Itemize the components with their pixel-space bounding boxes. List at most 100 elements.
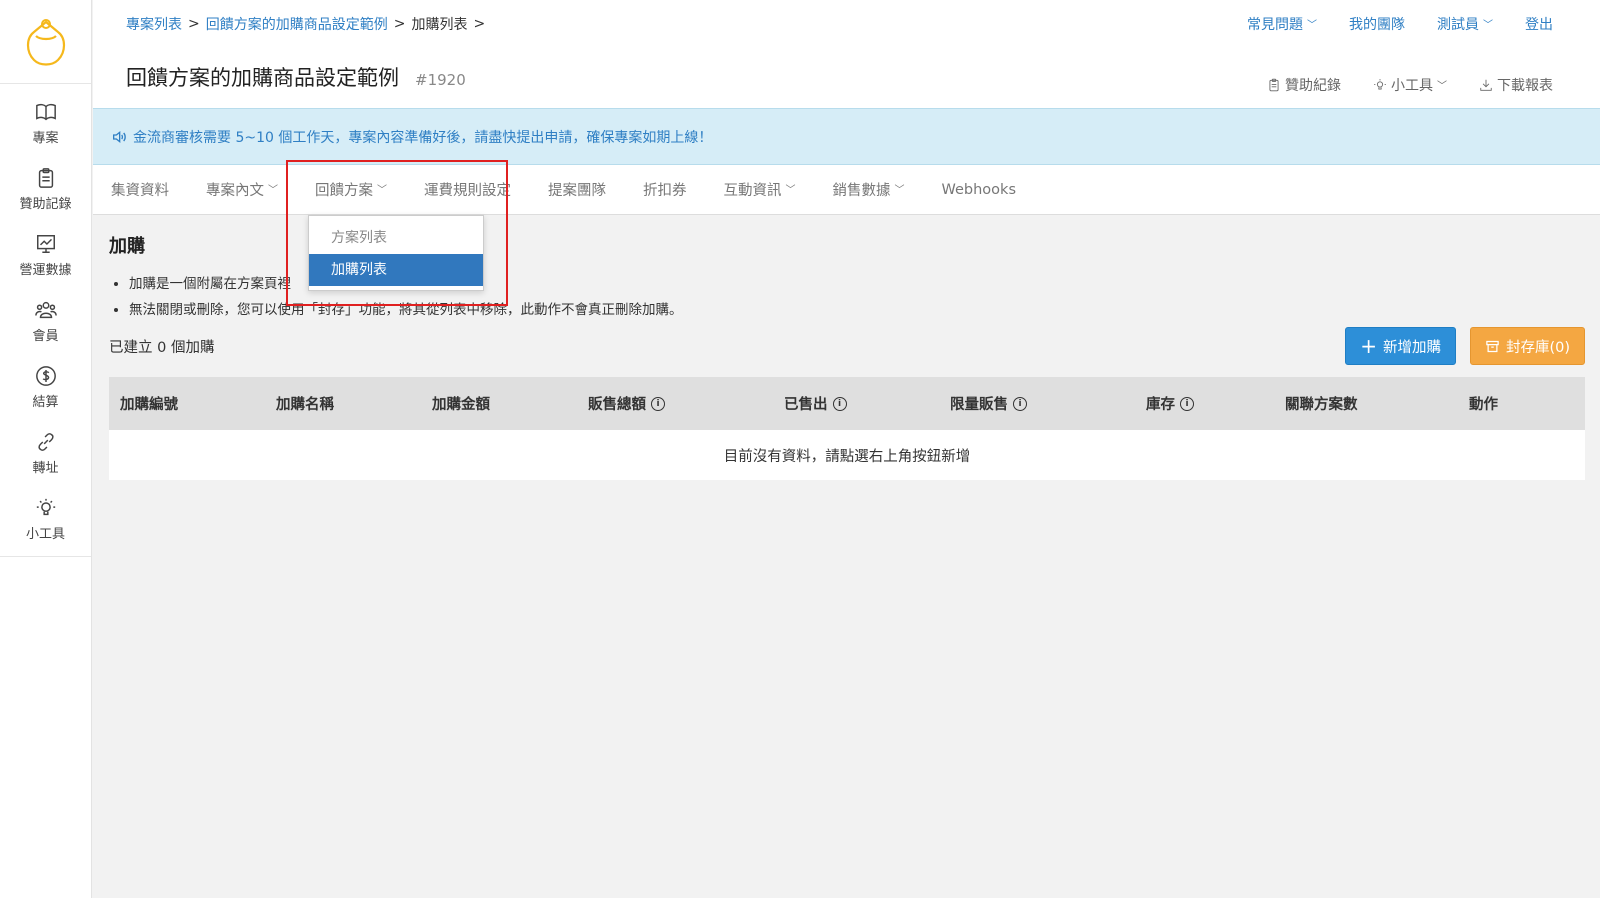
sidebar-item-label: 會員 — [32, 328, 59, 344]
add-addon-label: 新增加購 — [1382, 339, 1441, 356]
sidebar-item-sponsor-records[interactable]: 贊助記錄 — [0, 156, 91, 222]
download-report-button[interactable]: 下載報表 — [1479, 75, 1553, 95]
col-header-name[interactable]: 加購名稱 — [265, 393, 421, 414]
clipboard-icon — [38, 167, 53, 188]
chart-icon — [36, 234, 55, 253]
empty-message: 目前沒有資料，請點選右上角按鈕新增 — [723, 448, 971, 465]
download-label: 下載報表 — [1497, 78, 1553, 94]
tab-sales-data[interactable]: 銷售數據 ﹀ — [833, 179, 905, 200]
menu-item-plan-list[interactable]: 方案列表 — [309, 222, 483, 254]
faq-label: 常見問題 — [1247, 17, 1303, 33]
col-header-id[interactable]: 加購編號 — [109, 393, 265, 414]
my-team-link[interactable]: 我的團隊 — [1349, 14, 1405, 34]
logo[interactable] — [0, 0, 91, 84]
sidebar-item-label: 小工具 — [25, 526, 65, 542]
project-tabs: 集資資料 專案內文 ﹀ 回饋方案 ﹀ 運費規則設定 提案團隊 折扣券 互動資訊 ﹀ 銷… — [93, 165, 1600, 215]
col-header-limited[interactable]: 限量販售 i — [939, 393, 1135, 414]
col-header-label: 加購金額 — [432, 397, 490, 413]
sponsor-log-button[interactable]: 贊助紀錄 — [1267, 75, 1341, 95]
col-header-price[interactable]: 加購金額 — [421, 393, 577, 414]
tab-funding-info[interactable]: 集資資料 — [111, 179, 169, 200]
col-header-label: 加購名稱 — [276, 397, 334, 413]
tab-label: 互動資訊 — [723, 183, 782, 199]
archive-button[interactable]: 封存庫(0) — [1469, 327, 1585, 365]
col-header-stock[interactable]: 庫存 i — [1135, 393, 1274, 414]
action-buttons: + 新增加購 封存庫(0) — [1345, 327, 1585, 365]
tab-label: 專案內文 — [206, 183, 264, 199]
logo-icon — [26, 18, 65, 66]
col-header-linked-plans[interactable]: 關聯方案數 — [1274, 393, 1458, 414]
col-header-sold[interactable]: 已售出 i — [773, 393, 939, 414]
breadcrumb-separator: > — [188, 16, 200, 32]
sponsor-log-label: 贊助紀錄 — [1285, 78, 1341, 94]
widgets-menu[interactable]: 小工具 ﹀ — [1373, 75, 1447, 95]
logout-label: 登出 — [1525, 17, 1553, 33]
col-header-label: 庫存 — [1146, 397, 1175, 413]
page-title: 回饋方案的加購商品設定範例 #1920 — [126, 62, 466, 92]
sidebar-item-projects[interactable]: 專案 — [0, 90, 91, 156]
sidebar-item-settlement[interactable]: 結算 — [0, 354, 91, 420]
breadcrumb-project-list[interactable]: 專案列表 — [126, 14, 182, 34]
sidebar-item-label: 贊助記錄 — [19, 196, 72, 212]
col-header-actions[interactable]: 動作 — [1458, 393, 1578, 414]
info-icon[interactable]: i — [832, 396, 847, 411]
tab-label: 提案團隊 — [548, 183, 606, 199]
project-id: #1920 — [415, 71, 466, 89]
table-header: 加購編號 加購名稱 加購金額 販售總額 i 已售出 i 限量販售 i 庫存 i 關聯方案… — [109, 377, 1585, 430]
menu-item-addon-list[interactable]: 加購列表 — [309, 254, 483, 286]
tab-label: 回饋方案 — [315, 183, 373, 199]
info-icon[interactable]: i — [1180, 396, 1194, 411]
tab-label: Webhooks — [941, 181, 1017, 198]
col-header-sales-total[interactable]: 販售總額 i — [577, 393, 773, 414]
sidebar-item-label: 結算 — [32, 394, 59, 410]
chevron-down-icon: ﹀ — [1437, 80, 1447, 92]
users-icon — [34, 301, 57, 318]
widgets-label: 小工具 — [1391, 78, 1433, 94]
top-nav: 常見問題 ﹀ 我的團隊 測試員 ﹀ 登出 — [1247, 14, 1553, 34]
breadcrumb-project[interactable]: 回饋方案的加購商品設定範例 — [206, 14, 388, 34]
col-header-label: 販售總額 — [588, 397, 646, 413]
breadcrumb-current: 加購列表 — [411, 17, 468, 33]
info-icon[interactable]: i — [651, 396, 665, 411]
sidebar-item-analytics[interactable]: 營運數據 — [0, 222, 91, 288]
table-empty-row: 目前沒有資料，請點選右上角按鈕新增 — [109, 430, 1585, 480]
addon-table: 加購編號 加購名稱 加購金額 販售總額 i 已售出 i 限量販售 i 庫存 i 關聯方案… — [109, 377, 1585, 480]
tab-label: 折扣券 — [643, 183, 687, 199]
breadcrumb: 專案列表 > 回饋方案的加購商品設定範例 > 加購列表 > — [126, 14, 485, 34]
info-icon[interactable]: i — [1013, 396, 1027, 411]
plus-icon: + — [1360, 334, 1377, 358]
faq-menu[interactable]: 常見問題 ﹀ — [1247, 14, 1317, 34]
col-header-label: 動作 — [1469, 397, 1498, 413]
sidebar-item-members[interactable]: 會員 — [0, 288, 91, 354]
project-title: 回饋方案的加購商品設定範例 — [126, 66, 399, 90]
sidebar-divider — [0, 556, 91, 557]
logout-link[interactable]: 登出 — [1525, 14, 1553, 34]
chevron-down-icon: ﹀ — [1307, 19, 1317, 31]
tab-webhooks[interactable]: Webhooks — [942, 182, 1017, 198]
chevron-down-icon: ﹀ — [268, 185, 278, 196]
chevron-down-icon: ﹀ — [894, 185, 905, 196]
chevron-down-icon: ﹀ — [785, 185, 796, 196]
tab-shipping-rules[interactable]: 運費規則設定 — [424, 179, 511, 200]
dollar-icon — [35, 365, 56, 386]
chevron-down-icon: ﹀ — [1483, 19, 1493, 31]
book-icon — [35, 103, 56, 120]
addon-count: 已建立 0 個加購 — [109, 339, 215, 356]
bulb-icon — [36, 498, 55, 515]
sidebar-item-redirect[interactable]: 轉址 — [0, 420, 91, 486]
archive-icon — [1486, 340, 1499, 352]
tab-project-content[interactable]: 專案內文 ﹀ — [206, 179, 278, 200]
sidebar-item-widgets[interactable]: 小工具 — [0, 486, 91, 552]
tab-interactions[interactable]: 互動資訊 ﹀ — [724, 179, 796, 200]
page-header: 專案列表 > 回饋方案的加購商品設定範例 > 加購列表 > 回饋方案的加購商品設… — [93, 0, 1600, 108]
tab-coupons[interactable]: 折扣券 — [643, 179, 687, 200]
tab-team[interactable]: 提案團隊 — [548, 179, 606, 200]
tab-rewards[interactable]: 回饋方案 ﹀ — [315, 179, 387, 200]
sidebar-item-label: 營運數據 — [19, 262, 72, 278]
download-icon — [1480, 79, 1492, 91]
clipboard-icon — [1269, 78, 1279, 92]
user-menu[interactable]: 測試員 ﹀ — [1437, 14, 1493, 34]
add-addon-button[interactable]: + 新增加購 — [1345, 327, 1456, 365]
chevron-down-icon: ﹀ — [377, 185, 387, 196]
col-header-label: 限量販售 — [950, 397, 1008, 413]
